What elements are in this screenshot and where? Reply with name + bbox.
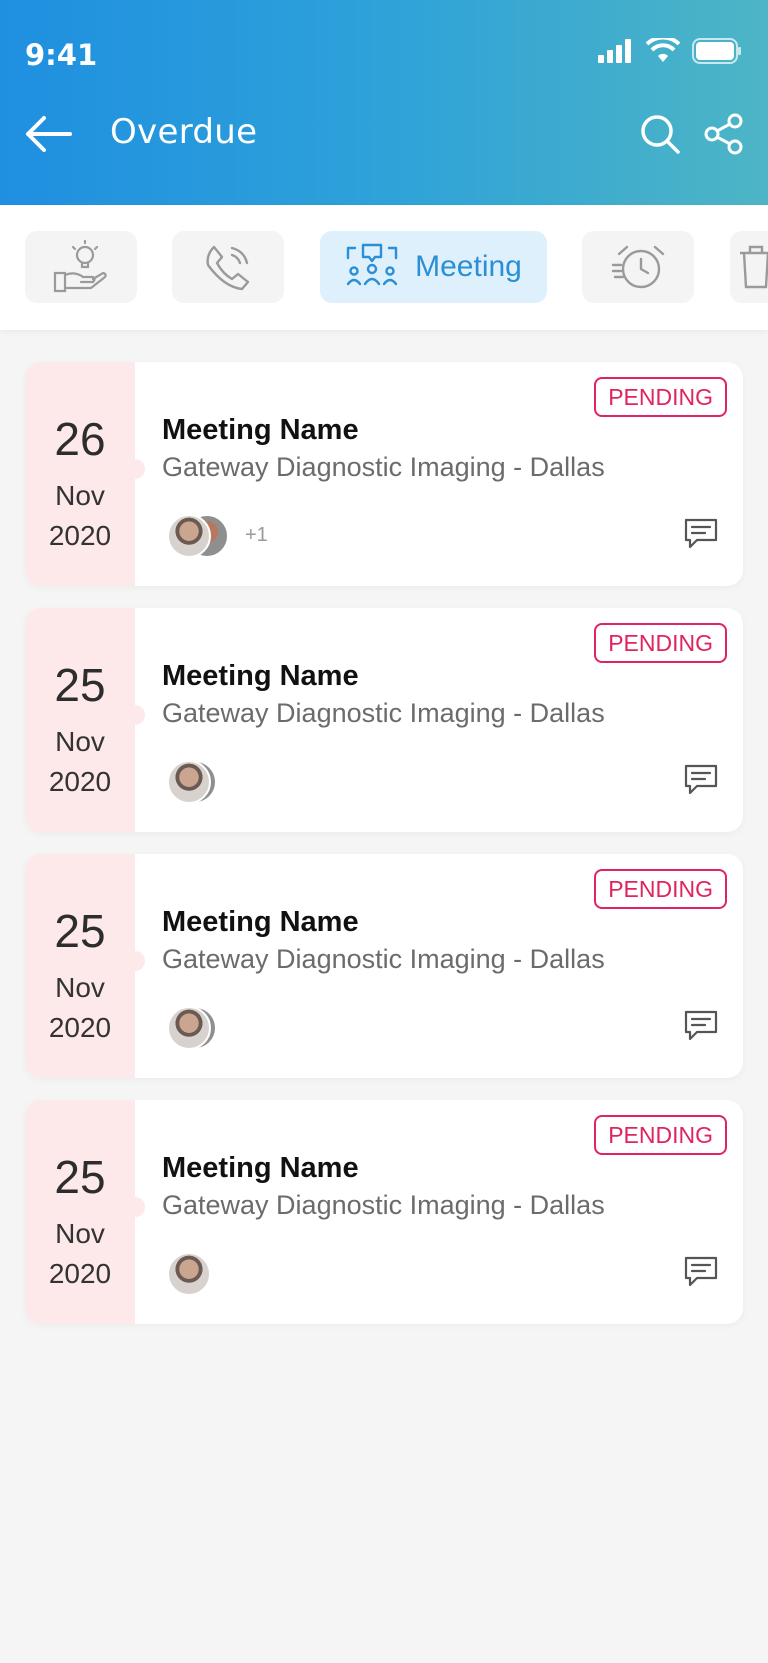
- avatar: [167, 760, 211, 804]
- alarm-clock-icon: [611, 245, 665, 289]
- date-month: Nov: [55, 1218, 105, 1249]
- date-block: 25 Nov 2020: [25, 1100, 135, 1324]
- card-subtitle: Gateway Diagnostic Imaging - Dallas: [162, 698, 605, 728]
- search-button[interactable]: [636, 110, 684, 158]
- status-badge: PENDING: [594, 869, 727, 909]
- comment-icon: [684, 764, 718, 795]
- avatar: [167, 514, 211, 558]
- share-icon: [704, 113, 743, 155]
- activity-filter-bar: Meeting: [0, 205, 768, 330]
- avatar: [167, 1006, 211, 1050]
- date-month: Nov: [55, 480, 105, 511]
- card-title: Meeting Name: [162, 1152, 359, 1184]
- wifi-icon: [646, 38, 680, 62]
- comment-button[interactable]: [681, 760, 721, 800]
- filter-chip-idea[interactable]: [25, 231, 137, 303]
- date-year: 2020: [48, 1258, 112, 1289]
- filter-chip-delete[interactable]: [730, 231, 768, 303]
- date-month: Nov: [55, 972, 105, 1003]
- back-arrow-icon: [26, 116, 72, 152]
- card-subtitle: Gateway Diagnostic Imaging - Dallas: [162, 1190, 605, 1220]
- trash-icon: [740, 245, 768, 289]
- activity-card[interactable]: 25 Nov 2020 PENDING Meeting Name Gateway…: [25, 608, 743, 832]
- page-title: Overdue: [110, 112, 258, 152]
- idea-hand-icon: [53, 239, 107, 293]
- status-badge: PENDING: [594, 377, 727, 417]
- card-title: Meeting Name: [162, 414, 359, 446]
- date-day: 26: [54, 413, 106, 465]
- date-block: 25 Nov 2020: [25, 608, 135, 832]
- app-header: 9:41 Overdue: [0, 0, 768, 205]
- more-attendees-count: +1: [245, 524, 268, 546]
- date-block: 26 Nov 2020: [25, 362, 135, 586]
- activity-card[interactable]: 26 Nov 2020 PENDING Meeting Name Gateway…: [25, 362, 743, 586]
- attendee-avatars[interactable]: [167, 1006, 287, 1050]
- date-month: Nov: [55, 726, 105, 757]
- attendee-avatars[interactable]: [167, 760, 287, 804]
- back-button[interactable]: [22, 108, 74, 160]
- card-title: Meeting Name: [162, 906, 359, 938]
- status-badge: PENDING: [594, 623, 727, 663]
- avatar: [167, 1252, 211, 1296]
- share-button[interactable]: [700, 110, 748, 158]
- signal-icon: [598, 39, 631, 63]
- date-day: 25: [54, 659, 106, 711]
- date-year: 2020: [48, 520, 112, 551]
- card-subtitle: Gateway Diagnostic Imaging - Dallas: [162, 944, 605, 974]
- comment-button[interactable]: [681, 514, 721, 554]
- attendee-avatars[interactable]: [167, 1252, 287, 1296]
- filter-chip-meeting[interactable]: Meeting: [320, 231, 547, 303]
- filter-chip-meeting-label: Meeting: [415, 250, 522, 283]
- card-title: Meeting Name: [162, 660, 359, 692]
- card-notch: [125, 951, 145, 971]
- search-icon: [641, 115, 680, 154]
- comment-button[interactable]: [681, 1006, 721, 1046]
- meeting-icon: [346, 243, 398, 286]
- date-year: 2020: [48, 766, 112, 797]
- comment-button[interactable]: [681, 1252, 721, 1292]
- date-day: 25: [54, 1151, 106, 1203]
- date-day: 25: [54, 905, 106, 957]
- comment-icon: [684, 1010, 718, 1041]
- activity-card[interactable]: 25 Nov 2020 PENDING Meeting Name Gateway…: [25, 854, 743, 1078]
- activity-card[interactable]: 25 Nov 2020 PENDING Meeting Name Gateway…: [25, 1100, 743, 1324]
- filter-chip-call[interactable]: [172, 231, 284, 303]
- comment-icon: [684, 518, 718, 549]
- status-icons: [598, 38, 742, 64]
- attendee-avatars[interactable]: +1: [167, 514, 287, 558]
- date-year: 2020: [48, 1012, 112, 1043]
- date-block: 25 Nov 2020: [25, 854, 135, 1078]
- battery-icon: [692, 38, 741, 64]
- status-badge: PENDING: [594, 1115, 727, 1155]
- card-notch: [125, 459, 145, 479]
- status-time: 9:41: [25, 38, 98, 72]
- card-subtitle: Gateway Diagnostic Imaging - Dallas: [162, 452, 605, 482]
- filter-chip-reminder[interactable]: [582, 231, 694, 303]
- phone-call-icon: [206, 245, 250, 291]
- card-notch: [125, 1197, 145, 1217]
- comment-icon: [684, 1256, 718, 1287]
- card-notch: [125, 705, 145, 725]
